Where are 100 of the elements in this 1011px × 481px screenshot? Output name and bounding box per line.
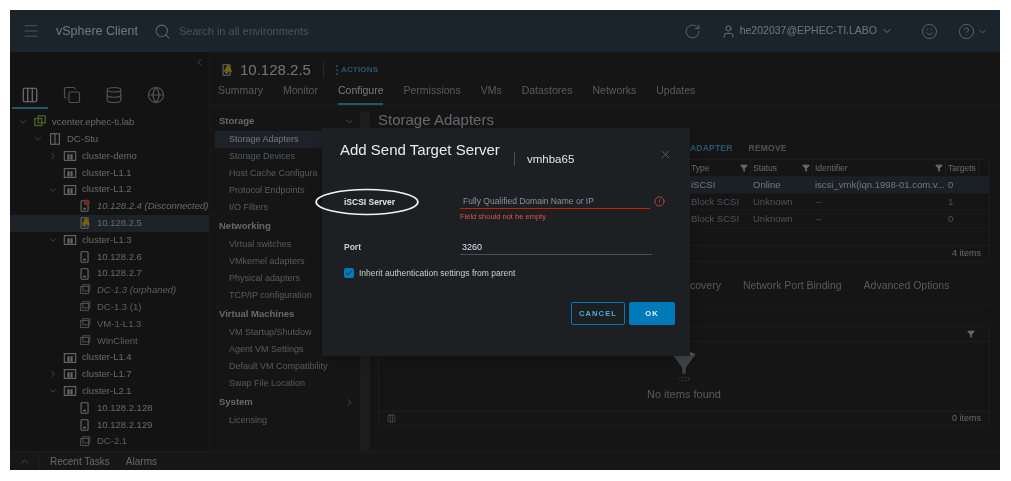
cluster-icon: [63, 384, 77, 399]
field-label: Port: [343, 240, 362, 254]
refresh-icon[interactable]: [683, 22, 701, 40]
tree-item[interactable]: 10.128.2.7: [10, 265, 209, 282]
table-cell-text: Online: [752, 177, 782, 192]
tree-label: cluster-L1.7: [82, 367, 132, 382]
column-header[interactable]: Status: [751, 160, 813, 176]
nav-section-title: Virtual Machines: [219, 306, 295, 321]
tree-item[interactable]: VM-1-L1.3: [10, 315, 209, 333]
tree-label: 10.128.2.6: [97, 249, 142, 264]
tab[interactable]: covery: [690, 278, 721, 294]
tree-item[interactable]: cluster-L1.2: [10, 181, 209, 198]
tree-label: cluster-L2.1: [82, 384, 132, 398]
checkbox-label: Inherit authentication settings from parent: [359, 266, 516, 280]
empty-message: No items found: [647, 387, 721, 403]
tab[interactable]: VMs: [480, 83, 502, 105]
tab[interactable]: Datastores: [521, 83, 573, 105]
close-icon[interactable]: [659, 148, 672, 161]
chevron-right-icon[interactable]: [48, 369, 58, 380]
tree-label: DC-2.1: [97, 434, 128, 449]
vm-icon: [78, 333, 92, 348]
tab[interactable]: Networks: [592, 83, 637, 105]
database-icon: [105, 86, 123, 104]
copy-icon: [63, 86, 81, 104]
table-cell-text: 0: [947, 177, 955, 192]
server-input[interactable]: Fully Qualified Domain Name or IP: [460, 194, 650, 210]
bottom-tab[interactable]: Alarms: [125, 453, 157, 469]
field-label: iSCSI Server: [344, 195, 396, 209]
table-cell-text: --: [814, 211, 823, 226]
toolbar-action[interactable]: ADAPTER: [690, 141, 733, 155]
more-vertical-icon: [335, 65, 338, 75]
datacenter-icon: [48, 132, 62, 147]
table-cell-text: Unknown: [752, 194, 794, 209]
tree-item[interactable]: cluster-L1.7: [10, 365, 209, 383]
tree-item[interactable]: DC-1.3 (orphaned): [10, 281, 209, 299]
tree-item[interactable]: DC-2.1: [10, 433, 209, 450]
cluster-icon: [63, 367, 77, 382]
column-header[interactable]: Targets: [946, 160, 979, 176]
tree-item[interactable]: DC-Stu: [10, 130, 209, 148]
filter-icon[interactable]: [967, 330, 975, 338]
nav-section-title: Networking: [219, 218, 271, 233]
tree-item[interactable]: 10.128.2.128: [10, 399, 209, 417]
columns-icon[interactable]: [387, 414, 396, 423]
columns-icon: [21, 86, 39, 104]
checkbox[interactable]: [344, 267, 354, 278]
tree-label: cluster-L1.3: [82, 232, 132, 247]
tree-item[interactable]: cluster-L2.1: [10, 382, 209, 400]
tab[interactable]: Summary: [218, 83, 263, 105]
tree-label: DC-Stu: [67, 132, 99, 147]
tree-label: 10.128.2.7: [97, 266, 142, 281]
nav-item[interactable]: Default VM Compatibility: [215, 358, 357, 375]
tab[interactable]: Advanced Options: [863, 278, 950, 294]
nav-item[interactable]: Licensing: [215, 412, 357, 429]
tree-item[interactable]: DC-1.3 (1): [10, 298, 209, 316]
tree-item[interactable]: 10.128.2.5: [10, 214, 209, 232]
smiley-icon[interactable]: [921, 22, 938, 40]
error-icon: [654, 196, 665, 208]
menu-icon[interactable]: [22, 22, 40, 40]
tab[interactable]: Network Port Binding: [742, 278, 842, 294]
user-icon: [720, 23, 736, 39]
table-cell-text: Unknown: [752, 211, 794, 226]
nav-section-title: System: [219, 394, 253, 409]
page-heading: Storage Adapters: [378, 111, 495, 129]
tree-label: 10.128.2.129: [97, 417, 153, 432]
tree-label: DC-1.3 (1): [97, 300, 142, 315]
tree-item[interactable]: 10.128.2.4 (Disconnected): [10, 198, 209, 215]
vm-icon: [78, 434, 92, 449]
tree-label: VM-1-L1.3: [97, 316, 142, 331]
column-header[interactable]: Identifier: [813, 160, 946, 176]
table-cell-text: iscsi_vmk(iqn.1998-01.com.v...: [814, 177, 946, 192]
tree-item[interactable]: cluster-L1.1: [10, 164, 209, 182]
tree-item[interactable]: cluster-demo: [10, 147, 209, 165]
bottom-tab[interactable]: Recent Tasks: [50, 453, 110, 469]
tree-item[interactable]: cluster-L1.3: [10, 231, 209, 249]
filter-icon: [740, 164, 748, 172]
app-title: vSphere Client: [56, 22, 138, 40]
tree-item[interactable]: 10.128.2.6: [10, 248, 209, 266]
chevron-right-icon[interactable]: [48, 151, 58, 161]
table-cell-text: --: [814, 194, 823, 209]
help-icon: [958, 22, 975, 40]
port-input[interactable]: 3260: [460, 239, 652, 255]
cluster-icon: [63, 182, 77, 197]
tab[interactable]: Updates: [656, 83, 696, 105]
help-menu[interactable]: [958, 22, 988, 40]
cluster-icon: [63, 350, 77, 365]
actions-button[interactable]: ACTIONS: [335, 64, 379, 76]
tree-item[interactable]: vcenter.ephec-ti.lab: [10, 114, 209, 131]
cluster-icon: [63, 232, 77, 247]
nav-item[interactable]: Swap File Location: [215, 375, 357, 392]
tab[interactable]: Configure: [337, 83, 384, 105]
table-cell-text: 1: [947, 194, 955, 209]
tree-label: 10.128.2.5: [97, 216, 142, 231]
tree-item[interactable]: WinClient: [10, 332, 209, 350]
tree-label: WinClient: [97, 333, 138, 348]
tab[interactable]: Monitor: [282, 83, 318, 105]
tree-item[interactable]: cluster-L1.4: [10, 349, 209, 366]
globe-icon: [147, 86, 165, 104]
tab[interactable]: Permissions: [403, 83, 461, 105]
user-menu[interactable]: he202037@EPHEC-TI.LABO: [720, 23, 893, 39]
tree-item[interactable]: 10.128.2.129: [10, 416, 209, 434]
